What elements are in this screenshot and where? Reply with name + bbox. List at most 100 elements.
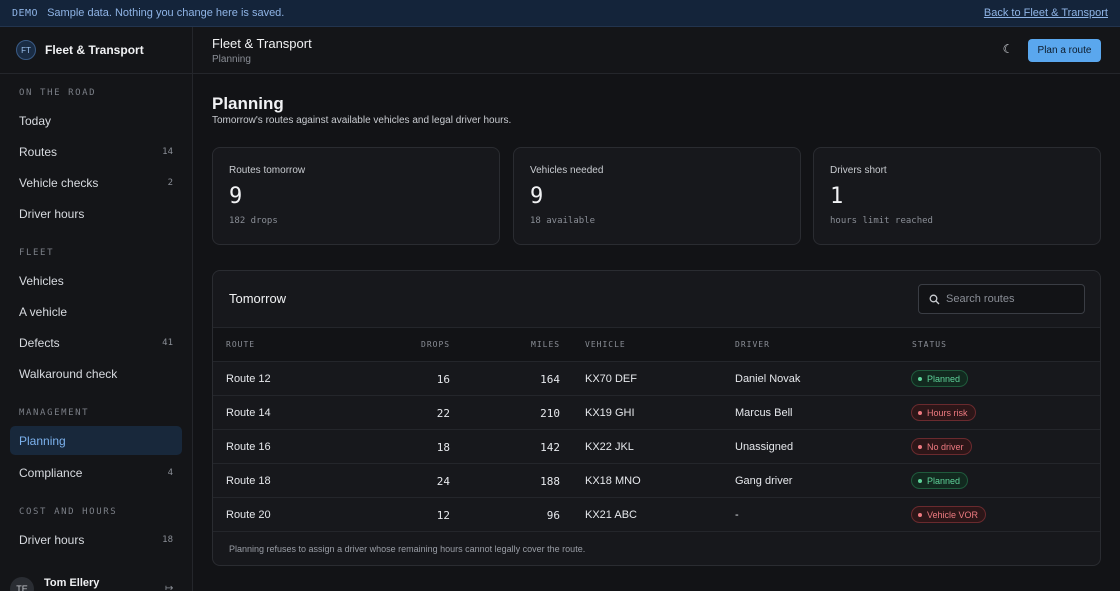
plan-route-button[interactable]: Plan a route [1028, 39, 1101, 62]
table-row[interactable]: Route 14 22 210 KX19 GHI Marcus Bell Hou… [213, 396, 1100, 430]
table-header: ROUTE DROPS MILES VEHICLE DRIVER STATUS [213, 327, 1100, 362]
stat-note: hours limit reached [830, 216, 933, 226]
stat-card-drivers: Drivers short 1 hours limit reached [813, 147, 1101, 245]
page-title: Planning [212, 94, 284, 113]
panel-title: Tomorrow [229, 291, 287, 306]
status-badge: Planned [911, 370, 969, 387]
sidebar-item-label: Walkaround check [19, 366, 118, 381]
vehicle-cell: KX70 DEF [585, 373, 637, 385]
topbar: Fleet & Transport Planning ☾ Plan a rout… [193, 27, 1120, 74]
miles-cell: 188 [540, 475, 560, 488]
nav-section-cost-and-hours: COST AND HOURS [19, 507, 118, 517]
nav-section-on-the-road: ON THE ROAD [19, 88, 97, 98]
route-cell: Route 20 [226, 509, 271, 521]
brand[interactable]: FT Fleet & Transport [0, 27, 192, 74]
col-route[interactable]: ROUTE [226, 340, 255, 349]
back-link[interactable]: Back to Fleet & Transport [984, 7, 1108, 19]
sidebar-item-vehicle-checks[interactable]: Vehicle checks 2 [10, 168, 182, 197]
sidebar-item-label: Planning [19, 433, 66, 448]
search-icon [929, 294, 940, 304]
driver-cell: Gang driver [735, 475, 793, 487]
user-profile[interactable]: TE Tom Ellery ↦ [0, 567, 193, 591]
stat-value: 1 [830, 184, 844, 209]
user-name: Tom Ellery [44, 577, 100, 589]
status-dot [918, 478, 922, 483]
table-row[interactable]: Route 16 18 142 KX22 JKL Unassigned No d… [213, 430, 1100, 464]
table-row[interactable]: Route 18 24 188 KX18 MNO Gang driver Pla… [213, 464, 1100, 498]
sidebar-item-label: Defects [19, 335, 60, 350]
sidebar-item-label: Vehicle checks [19, 175, 99, 190]
status-label: Planned [927, 373, 961, 384]
stat-note: 182 drops [229, 216, 278, 226]
status-dot [918, 410, 922, 415]
breadcrumb: Planning [212, 54, 251, 65]
sidebar-item-routes[interactable]: Routes 14 [10, 137, 182, 166]
col-miles[interactable]: MILES [531, 340, 560, 349]
driver-cell: Daniel Novak [735, 373, 801, 385]
sidebar-item-defects[interactable]: Defects 41 [10, 328, 182, 357]
status-label: No driver [927, 441, 964, 452]
nav-section-fleet: FLEET [19, 248, 55, 258]
demo-message: Sample data. Nothing you change here is … [47, 7, 285, 19]
page-description: Tomorrow's routes against available vehi… [212, 115, 512, 126]
vehicle-cell: KX19 GHI [585, 407, 635, 419]
sidebar-item-count: 14 [162, 146, 173, 157]
sidebar-item-compliance[interactable]: Compliance 4 [10, 458, 182, 487]
sidebar-item-driver-hours-cost[interactable]: Driver hours 18 [10, 525, 182, 554]
col-driver[interactable]: DRIVER [735, 340, 770, 349]
sidebar-item-count: 41 [162, 337, 173, 348]
miles-cell: 142 [540, 441, 560, 454]
col-vehicle[interactable]: VEHICLE [585, 340, 626, 349]
stat-card-routes: Routes tomorrow 9 182 drops [212, 147, 500, 245]
route-cell: Route 14 [226, 407, 271, 419]
stat-card-vehicles: Vehicles needed 9 18 available [513, 147, 801, 245]
col-drops[interactable]: DROPS [421, 340, 450, 349]
table-row[interactable]: Route 12 16 164 KX70 DEF Daniel Novak Pl… [213, 362, 1100, 396]
sidebar: FT Fleet & Transport ON THE ROAD Today R… [0, 27, 193, 591]
brand-logo: FT [16, 40, 36, 60]
stat-label: Routes tomorrow [229, 165, 306, 176]
avatar: TE [10, 577, 34, 591]
status-label: Hours risk [927, 407, 968, 418]
route-cell: Route 18 [226, 475, 271, 487]
sign-out-icon[interactable]: ↦ [165, 583, 173, 591]
status-label: Planned [927, 475, 961, 486]
sidebar-item-label: Driver hours [19, 206, 85, 221]
sidebar-item-label: A vehicle [19, 304, 68, 319]
sidebar-item-a-vehicle[interactable]: A vehicle [10, 297, 182, 326]
sidebar-item-vehicles[interactable]: Vehicles [10, 266, 182, 295]
table-row[interactable]: Route 20 12 96 KX21 ABC - Vehicle VOR [213, 498, 1100, 532]
sidebar-item-walkaround-check[interactable]: Walkaround check [10, 359, 182, 388]
driver-cell: Unassigned [735, 441, 794, 453]
routes-panel: Tomorrow ROUTE DROPS MILES VEHICLE DRIVE… [212, 270, 1101, 566]
status-badge: Vehicle VOR [911, 506, 987, 523]
sidebar-item-label: Vehicles [19, 273, 64, 288]
miles-cell: 96 [546, 509, 560, 522]
vehicle-cell: KX18 MNO [585, 475, 641, 487]
drops-cell: 16 [436, 373, 450, 386]
stat-label: Vehicles needed [530, 165, 604, 176]
sidebar-item-label: Today [19, 113, 52, 128]
brand-name: Fleet & Transport [45, 43, 144, 57]
sidebar-item-driver-hours[interactable]: Driver hours [10, 199, 182, 228]
moon-icon[interactable]: ☾ [1001, 42, 1015, 56]
driver-cell: Marcus Bell [735, 407, 793, 419]
col-status[interactable]: STATUS [912, 340, 947, 349]
app-title: Fleet & Transport [212, 36, 312, 51]
sidebar-item-count: 18 [162, 534, 173, 545]
sidebar-item-count: 2 [167, 177, 173, 188]
drops-cell: 24 [436, 475, 450, 488]
stat-note: 18 available [530, 216, 596, 226]
search-input[interactable] [946, 293, 1076, 305]
status-dot [918, 444, 922, 449]
search-box[interactable] [918, 284, 1085, 314]
status-label: Vehicle VOR [927, 509, 979, 520]
miles-cell: 210 [540, 407, 560, 420]
sidebar-item-today[interactable]: Today [10, 106, 182, 135]
nav-section-management: MANAGEMENT [19, 408, 90, 418]
stat-label: Drivers short [830, 165, 887, 176]
sidebar-item-planning[interactable]: Planning [10, 426, 182, 455]
drops-cell: 12 [436, 509, 450, 522]
table-footnote: Planning refuses to assign a driver whos… [229, 544, 586, 554]
miles-cell: 164 [540, 373, 560, 386]
